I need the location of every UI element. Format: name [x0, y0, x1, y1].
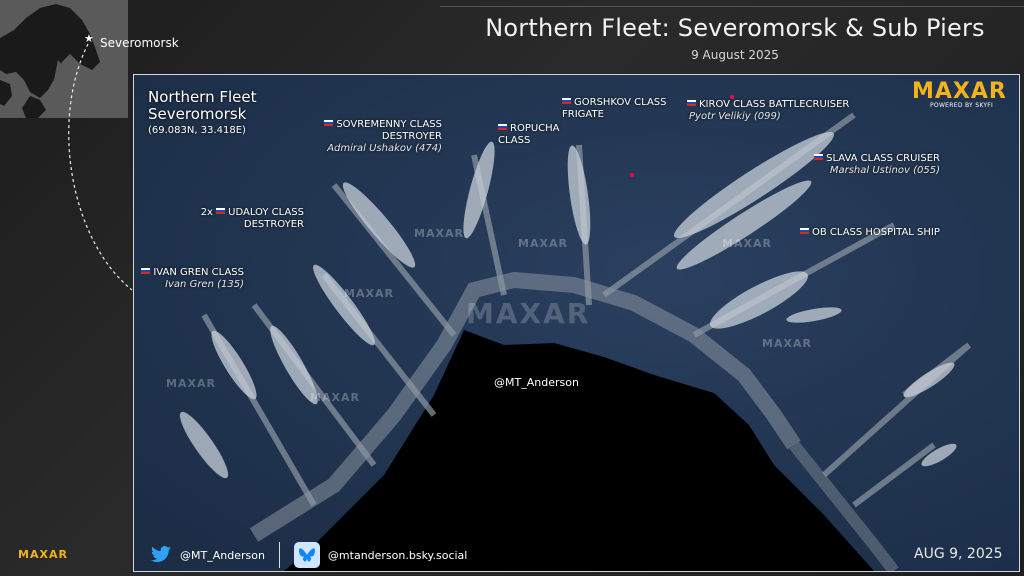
- watermark: MAXAR: [762, 337, 812, 350]
- watermark: MAXAR: [310, 391, 360, 404]
- label-ob-class: OB CLASS HOSPITAL SHIP: [800, 227, 940, 239]
- label-slava: SLAVA CLASS CRUISER Marshal Ustinov (055…: [806, 153, 940, 177]
- page-date: 9 August 2025: [691, 48, 779, 62]
- label-gorshkov: GORSHKOV CLASS FRIGATE: [562, 97, 667, 120]
- footer-date: AUG 9, 2025: [914, 546, 1003, 562]
- bluesky-icon: [293, 542, 320, 568]
- russian-flag-icon: [141, 268, 151, 274]
- twitter-bird-icon: [151, 546, 171, 563]
- social-credits: @MT_Anderson @mtanderson.bsky.social: [150, 540, 467, 570]
- location-title: Northern Fleet Severomorsk: [148, 88, 257, 123]
- watermark: MAXAR: [518, 237, 568, 250]
- russian-flag-icon: [814, 154, 824, 160]
- twitter-handle: @MT_Anderson: [180, 548, 265, 562]
- watermark: MAXAR: [466, 297, 591, 330]
- bluesky-handle: @mtanderson.bsky.social: [327, 548, 468, 562]
- page-title: Northern Fleet: Severomorsk & Sub Piers: [485, 14, 985, 42]
- russian-flag-icon: [216, 208, 226, 214]
- label-ivan-gren: IVAN GREN CLASS Ivan Gren (135): [136, 267, 244, 291]
- russian-flag-icon: [324, 120, 334, 126]
- label-kirov: KIROV CLASS BATTLECRUISER Pyotr Velikiy …: [687, 99, 850, 122]
- label-udaloy: 2x UDALOY CLASS DESTROYER: [200, 207, 304, 230]
- russian-flag-icon: [687, 100, 696, 106]
- watermark: MAXAR: [344, 287, 394, 300]
- watermark: MAXAR: [166, 377, 216, 390]
- social-divider: [278, 542, 280, 568]
- label-ropucha: ROPUCHA CLASS: [498, 123, 560, 146]
- watermark: MAXAR: [722, 237, 772, 250]
- russian-flag-icon: [498, 124, 507, 130]
- label-sovremenny: SOVREMENNY CLASS DESTROYER Admiral Ushak…: [314, 119, 442, 155]
- center-credit: @MT_Anderson: [494, 376, 579, 389]
- footer-maxar-logo: MAXAR: [18, 548, 68, 561]
- maxar-logo: MAXAR POWERED BY SKYFI: [912, 79, 1007, 109]
- satellite-image: Northern Fleet Severomorsk (69.083N, 33.…: [133, 74, 1020, 572]
- russian-flag-icon: [562, 98, 571, 104]
- watermark: MAXAR: [414, 227, 464, 240]
- russian-flag-icon: [800, 228, 809, 234]
- location-coords: (69.083N, 33.418E): [148, 125, 246, 136]
- header-divider: [440, 6, 1024, 7]
